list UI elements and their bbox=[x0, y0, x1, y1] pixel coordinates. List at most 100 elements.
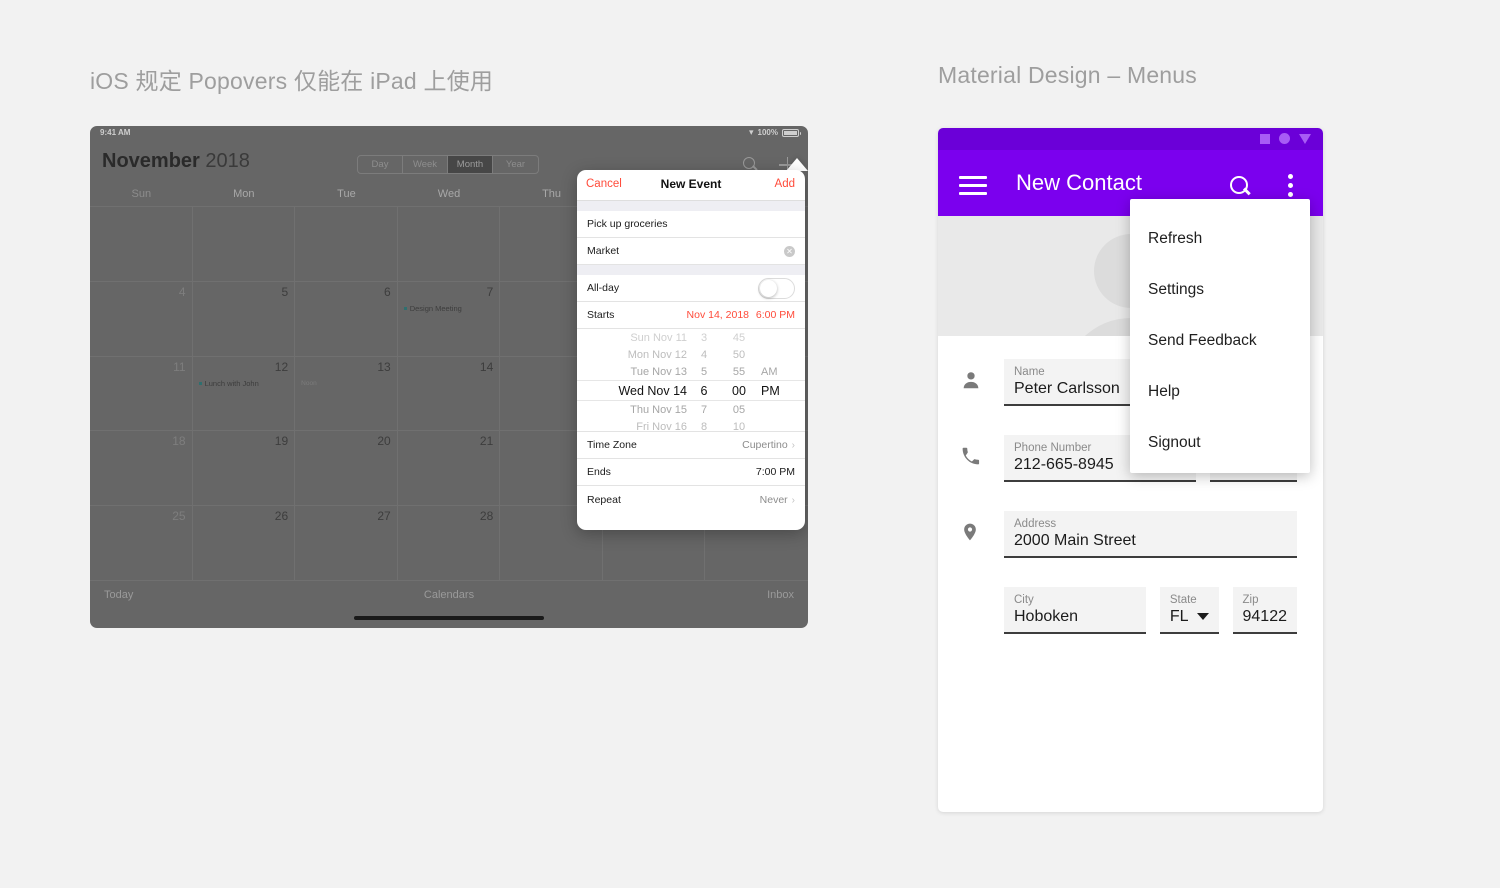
calendar-day-number: 19 bbox=[274, 434, 289, 449]
all-day-toggle[interactable] bbox=[758, 277, 795, 299]
clear-circle-icon[interactable]: ✕ bbox=[784, 245, 795, 257]
segment-month[interactable]: Month bbox=[448, 156, 493, 173]
menu-item-send-feedback[interactable]: Send Feedback bbox=[1130, 315, 1310, 366]
state-field[interactable]: State FL bbox=[1159, 587, 1219, 634]
calendar-day-cell[interactable]: 13 Noon bbox=[295, 355, 398, 431]
calendar-day-cell[interactable]: 20 bbox=[295, 430, 398, 506]
menu-item-help[interactable]: Help bbox=[1130, 366, 1310, 417]
starts-date-value: Nov 14, 2018 bbox=[686, 309, 749, 321]
inbox-button[interactable]: Inbox bbox=[767, 589, 794, 601]
picker-minute: 45 bbox=[732, 331, 746, 344]
event-title-value: Pick up groceries bbox=[587, 218, 668, 230]
menu-item-signout[interactable]: Signout bbox=[1130, 417, 1310, 468]
calendar-day-number: 28 bbox=[479, 509, 494, 524]
overflow-dropdown-menu[interactable]: Refresh Settings Send Feedback Help Signout bbox=[1130, 199, 1310, 473]
section-gap-2 bbox=[577, 265, 805, 275]
calendar-day-cell[interactable]: 19 bbox=[192, 430, 296, 506]
calendar-day-cell[interactable]: 5 bbox=[192, 280, 296, 356]
calendar-day-cell[interactable]: 11 bbox=[90, 355, 193, 431]
calendar-day-cell[interactable]: 27 bbox=[295, 505, 398, 580]
android-nav-buttons[interactable] bbox=[1260, 133, 1311, 144]
calendar-day-number: 4 bbox=[178, 284, 186, 299]
calendar-day-cell[interactable]: 14 bbox=[397, 355, 501, 431]
picker-row[interactable]: Tue Nov 13 5 55 AM bbox=[577, 363, 805, 380]
home-indicator[interactable] bbox=[354, 616, 544, 620]
add-button[interactable]: Add bbox=[775, 178, 795, 190]
repeat-row[interactable]: Repeat Never › bbox=[577, 486, 805, 513]
calendar-view-segmented-control[interactable]: Day Week Month Year bbox=[357, 155, 539, 174]
wifi-icon: ▾ bbox=[749, 127, 754, 137]
ends-row[interactable]: Ends 7:00 PM bbox=[577, 459, 805, 486]
event-location-field[interactable]: Market ✕ bbox=[577, 238, 805, 265]
calendar-event[interactable]: Design Meeting bbox=[403, 304, 462, 313]
zip-field[interactable]: Zip 94122 bbox=[1232, 587, 1297, 634]
calendar-day-cell[interactable] bbox=[397, 206, 501, 281]
ipad-status-bar: 9:41 AM ▾ 100% bbox=[90, 126, 808, 142]
event-dot bbox=[403, 306, 407, 310]
calendar-day-number: 13 bbox=[377, 359, 391, 374]
all-day-label: All-day bbox=[587, 282, 620, 294]
field-group: Address 2000 Main Street bbox=[1004, 511, 1297, 558]
picker-row-selected[interactable]: Wed Nov 14 6 00 PM bbox=[577, 380, 805, 401]
picker-row[interactable]: Sun Nov 11 3 45 bbox=[577, 329, 805, 346]
circle-icon[interactable] bbox=[1279, 133, 1290, 144]
starts-row[interactable]: Starts Nov 14, 2018 6:00 PM bbox=[577, 302, 805, 329]
calendar-day-cell[interactable] bbox=[192, 206, 296, 281]
cancel-button[interactable]: Cancel bbox=[586, 178, 622, 190]
hamburger-menu-icon[interactable] bbox=[959, 176, 987, 195]
overflow-menu-icon[interactable] bbox=[1288, 174, 1293, 197]
event-title-field[interactable]: Pick up groceries bbox=[577, 211, 805, 238]
segment-week[interactable]: Week bbox=[403, 156, 448, 173]
status-clock: 9:41 AM bbox=[100, 128, 131, 137]
calendar-day-cell[interactable]: 28 bbox=[397, 505, 501, 580]
ends-label: Ends bbox=[587, 466, 611, 478]
calendar-day-cell[interactable]: 21 bbox=[397, 430, 501, 506]
calendar-day-cell[interactable]: 4 bbox=[90, 280, 193, 356]
time-zone-text: Cupertino bbox=[742, 439, 788, 451]
repeat-text: Never bbox=[759, 493, 788, 506]
picker-row[interactable]: Thu Nov 15 7 05 bbox=[577, 401, 805, 418]
calendar-day-number: 12 bbox=[274, 359, 289, 374]
picker-row[interactable]: Fri Nov 16 8 10 bbox=[577, 418, 805, 432]
calendar-day-cell[interactable]: 6 bbox=[295, 280, 398, 356]
calendar-day-cell[interactable]: 26 bbox=[192, 505, 296, 580]
picker-ampm: PM bbox=[761, 383, 780, 398]
segment-year[interactable]: Year bbox=[493, 156, 538, 173]
calendar-day-cell[interactable]: 7 Design Meeting bbox=[397, 280, 501, 356]
calendar-day-cell[interactable]: 12 Lunch with John bbox=[192, 355, 296, 431]
all-day-row[interactable]: All-day bbox=[577, 275, 805, 302]
address-field[interactable]: Address 2000 Main Street bbox=[1004, 511, 1297, 558]
calendar-day-cell[interactable] bbox=[90, 206, 193, 281]
menu-item-refresh[interactable]: Refresh bbox=[1130, 213, 1310, 264]
triangle-icon[interactable] bbox=[1299, 133, 1311, 144]
picker-minute: 00 bbox=[732, 383, 746, 398]
picker-day: Fri Nov 16 bbox=[636, 420, 687, 432]
calendar-day-number: 14 bbox=[479, 359, 494, 374]
time-zone-value: Cupertino › bbox=[742, 439, 795, 451]
calendar-day-number: 7 bbox=[486, 284, 494, 299]
calendar-day-cell[interactable]: 18 bbox=[90, 430, 193, 506]
section-gap bbox=[577, 201, 805, 211]
city-field[interactable]: City Hoboken bbox=[1004, 587, 1146, 634]
weekday-sun: Sun bbox=[131, 188, 152, 200]
field-label: City bbox=[1014, 594, 1034, 606]
field-value: Hoboken bbox=[1014, 608, 1079, 625]
calendar-event[interactable]: Lunch with John bbox=[198, 378, 259, 388]
form-row: Address 2000 Main Street bbox=[938, 506, 1323, 558]
chevron-right-icon: › bbox=[791, 440, 795, 451]
calendar-day-cell[interactable] bbox=[295, 206, 398, 281]
today-button[interactable]: Today bbox=[104, 589, 133, 601]
square-icon[interactable] bbox=[1260, 133, 1270, 144]
time-zone-row[interactable]: Time Zone Cupertino › bbox=[577, 432, 805, 459]
chevron-down-icon[interactable] bbox=[1196, 613, 1209, 621]
calendar-day-cell[interactable]: 25 bbox=[90, 505, 193, 580]
calendar-day-number: 25 bbox=[172, 509, 186, 524]
datetime-picker[interactable]: Sun Nov 11 3 45 Mon Nov 12 4 50 Tue Nov 13 5 55 A… bbox=[577, 329, 805, 432]
search-icon[interactable] bbox=[1229, 175, 1251, 197]
picker-row[interactable]: Mon Nov 12 4 50 bbox=[577, 346, 805, 363]
calendars-button[interactable]: Calendars bbox=[424, 589, 474, 601]
event-label: Lunch with John bbox=[204, 378, 259, 388]
menu-item-settings[interactable]: Settings bbox=[1130, 264, 1310, 315]
segment-day[interactable]: Day bbox=[358, 156, 403, 173]
